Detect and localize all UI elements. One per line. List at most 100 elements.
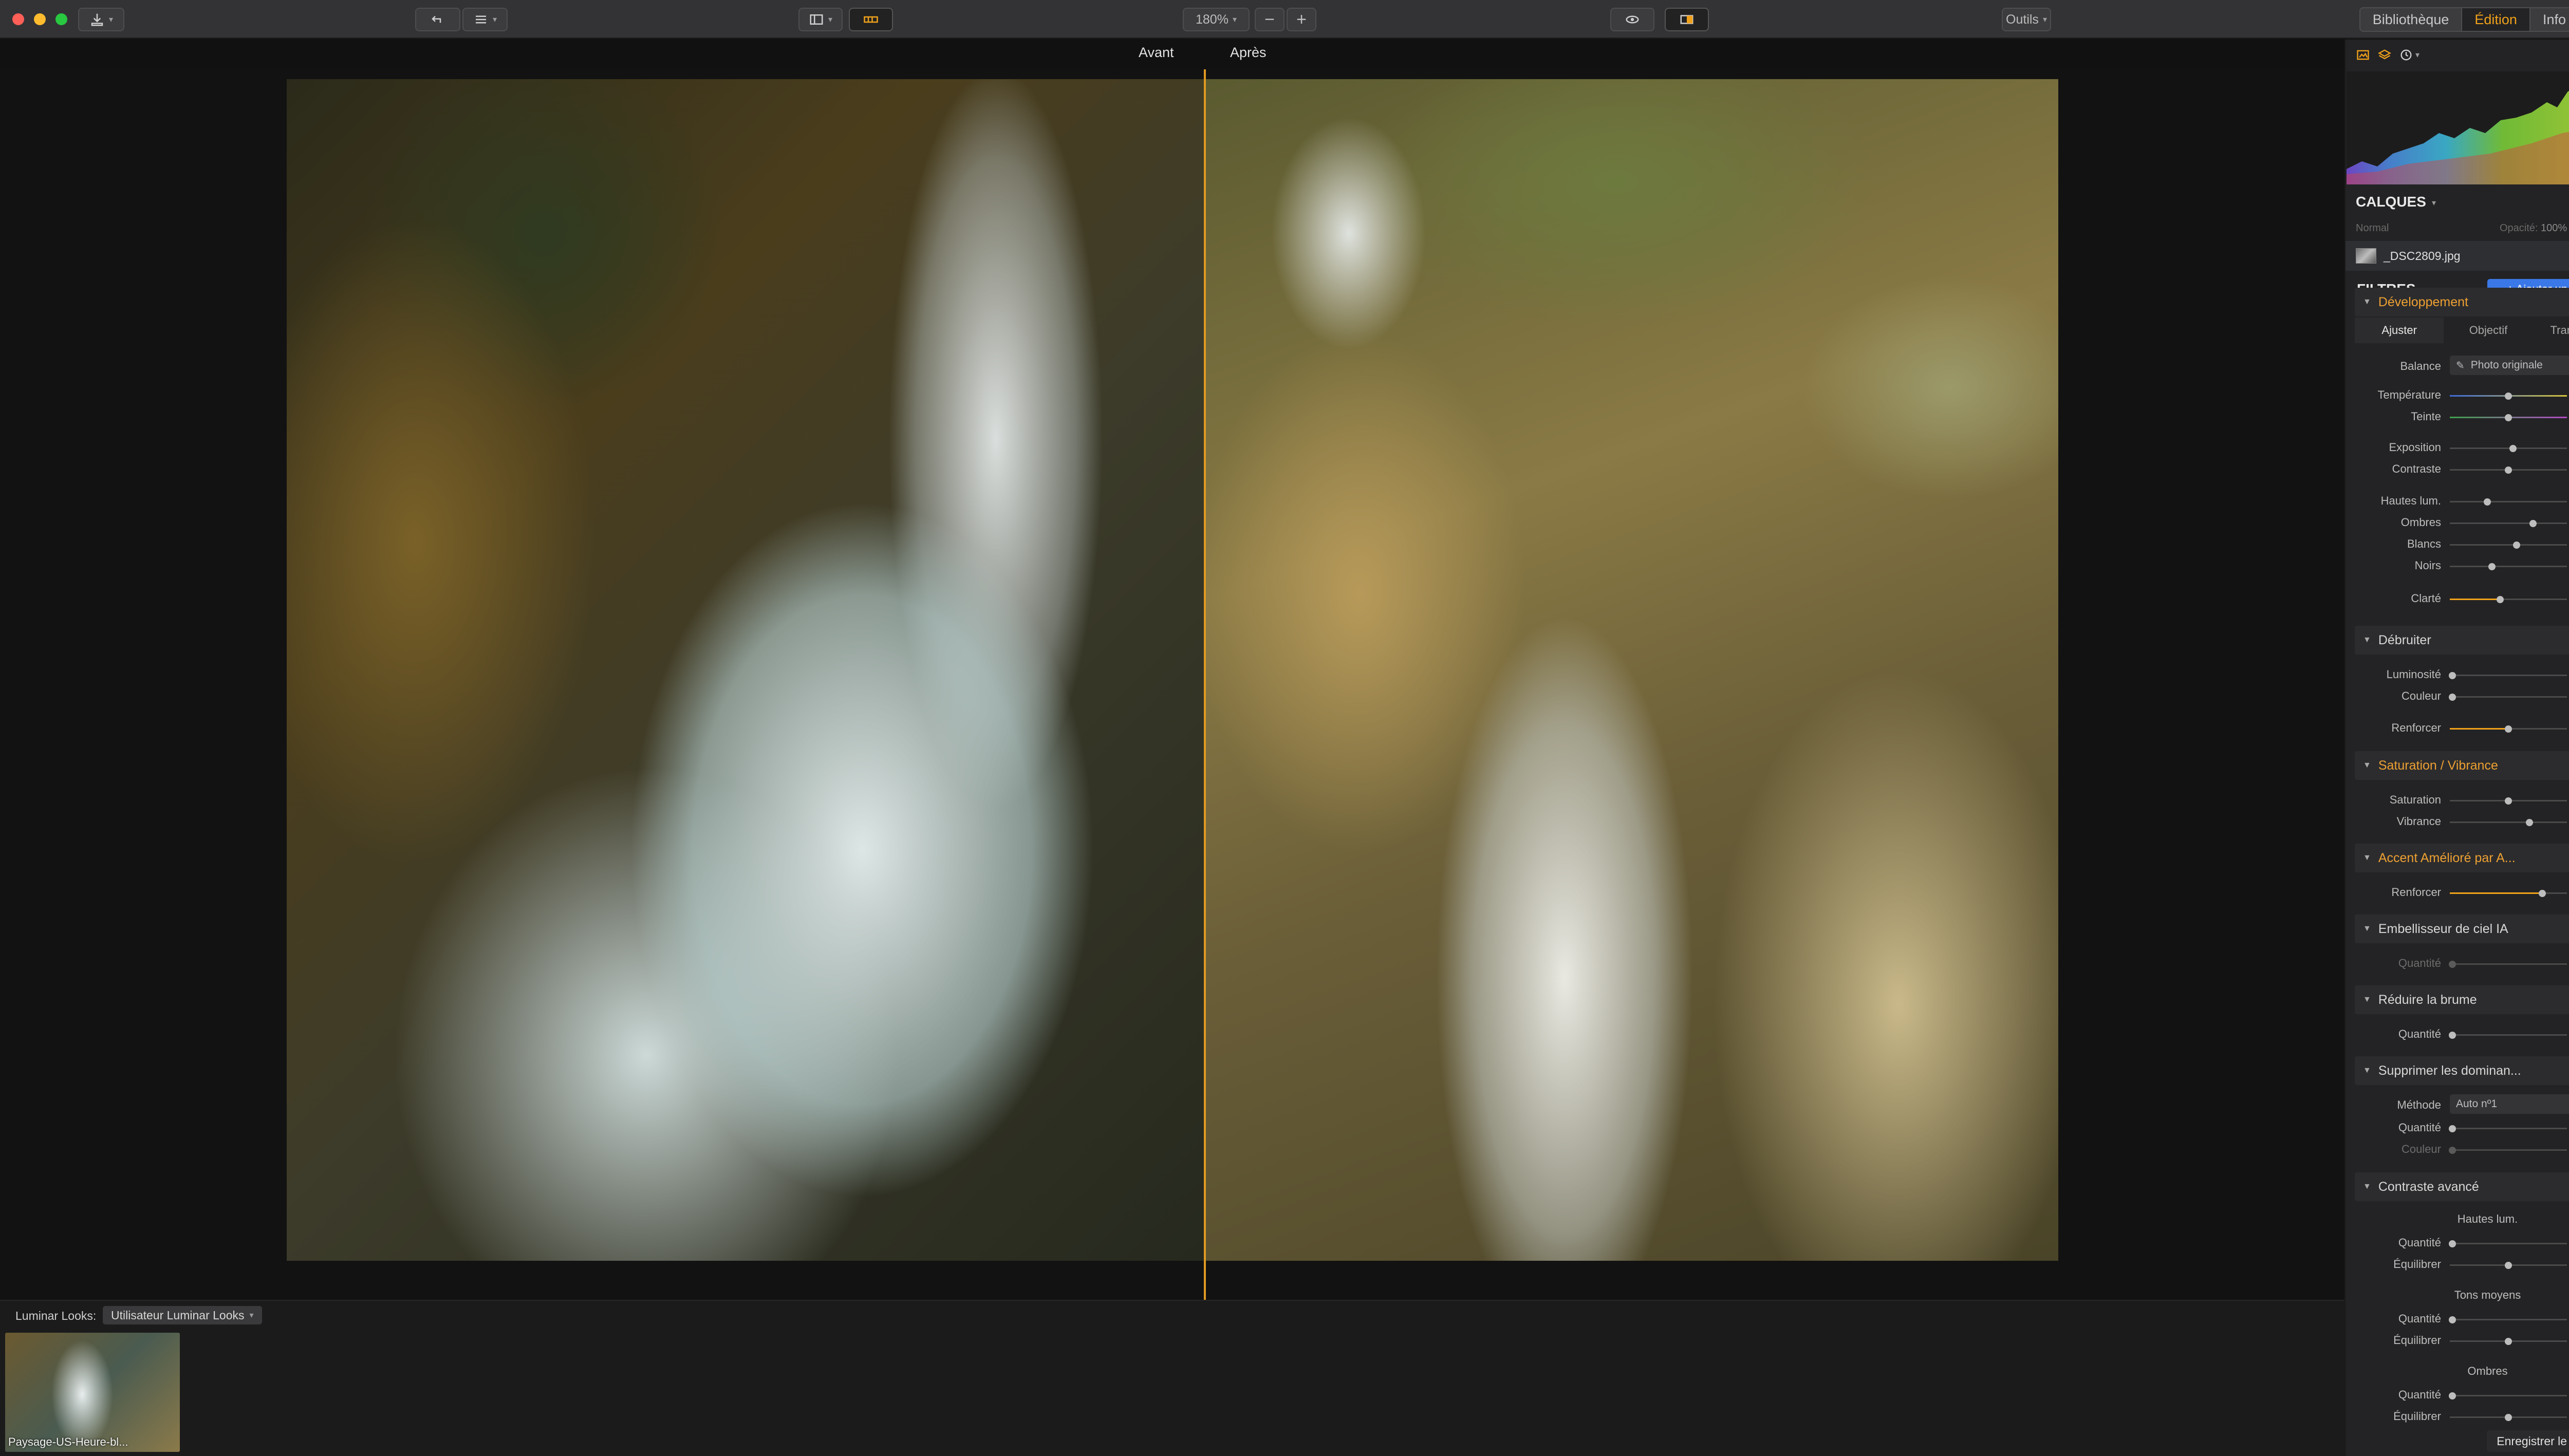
section-accent-ai[interactable]: ▼ Accent Amélioré par A... xyxy=(2355,844,2569,872)
section-saturation-vibrance[interactable]: ▼ Saturation / Vibrance xyxy=(2355,751,2569,780)
slider-handle[interactable] xyxy=(2448,961,2456,968)
look-thumbnail[interactable]: Paysage-US-Heure-bl... xyxy=(5,1333,180,1452)
slider-handle[interactable] xyxy=(2448,694,2456,701)
zoom-window-button[interactable] xyxy=(55,13,67,25)
slider-track-quantite[interactable] xyxy=(2448,1316,2567,1323)
slider-track-blancs[interactable] xyxy=(2450,542,2567,549)
slider-track-teinte[interactable] xyxy=(2450,414,2567,421)
slider-track-ombres[interactable] xyxy=(2450,520,2567,527)
slider-handle[interactable] xyxy=(2505,1262,2512,1269)
slider-handle[interactable] xyxy=(2505,414,2512,421)
slider-track-equilibrer[interactable] xyxy=(2450,1414,2567,1421)
slider-track-couleur[interactable] xyxy=(2448,694,2567,701)
slider-handle[interactable] xyxy=(2448,1147,2456,1154)
slider-track-quantite[interactable] xyxy=(2448,1392,2567,1399)
slider-track-vibrance[interactable] xyxy=(2450,819,2567,826)
import-button[interactable]: ▾ xyxy=(78,8,124,31)
tab-library[interactable]: Bibliothèque xyxy=(2360,8,2463,31)
slider-handle[interactable] xyxy=(2505,393,2512,400)
slider-handle[interactable] xyxy=(2488,563,2496,570)
slider-handle[interactable] xyxy=(2448,1125,2456,1132)
method-select[interactable]: Auto nº1 ⇕ xyxy=(2450,1094,2569,1114)
looks-label: Luminar Looks: xyxy=(15,1309,97,1322)
zoom-in-button[interactable]: + xyxy=(1287,8,1316,31)
blend-mode-select[interactable]: Normal xyxy=(2356,222,2389,234)
minimize-window-button[interactable] xyxy=(34,13,46,25)
slider-handle[interactable] xyxy=(2497,596,2504,603)
section-title: Débruiter xyxy=(2378,632,2431,647)
slider-label-quantite: Quantité xyxy=(2398,1388,2441,1401)
photo-canvas[interactable] xyxy=(287,79,2058,1261)
slider-handle[interactable] xyxy=(2448,1032,2456,1039)
slider-track-renforcer[interactable] xyxy=(2450,890,2567,897)
slider-handle[interactable] xyxy=(2539,890,2546,897)
section-advanced-contrast[interactable]: ▼ Contraste avancé xyxy=(2355,1172,2569,1201)
slider-handle[interactable] xyxy=(2448,1240,2456,1247)
undo-button[interactable] xyxy=(415,8,460,31)
slider-track-quantite[interactable] xyxy=(2448,961,2567,968)
compare-button[interactable] xyxy=(1665,8,1709,31)
slider-track-luminosite[interactable] xyxy=(2448,672,2567,679)
filmstrip-toggle-button[interactable] xyxy=(849,8,893,31)
slider-handle[interactable] xyxy=(2448,672,2456,679)
slider-track-contraste[interactable] xyxy=(2450,466,2567,474)
section-denoise[interactable]: ▼ Débruiter xyxy=(2355,626,2569,655)
histogram-icon[interactable] xyxy=(2356,48,2370,62)
slider-handle[interactable] xyxy=(2505,1414,2512,1421)
chevron-down-icon: ▼ xyxy=(2363,297,2371,306)
sidebar-toggle-button[interactable]: ▾ xyxy=(798,8,843,31)
slider-handle[interactable] xyxy=(2512,542,2520,549)
slider-track-quantite[interactable] xyxy=(2448,1240,2567,1247)
slider-track-hautes-lum-[interactable] xyxy=(2450,498,2567,506)
history-clock-icon[interactable] xyxy=(2399,48,2413,62)
tab-transform[interactable]: Transform. xyxy=(2533,318,2569,343)
save-look-button[interactable]: Enregistrer le Look L... xyxy=(2487,1430,2569,1452)
slider-handle[interactable] xyxy=(2505,466,2512,474)
layers-title[interactable]: CALQUES xyxy=(2356,194,2426,210)
slider-handle[interactable] xyxy=(2505,725,2512,733)
section-remove-color-cast[interactable]: ▼ Supprimer les dominan... xyxy=(2355,1056,2569,1085)
slider-track-couleur[interactable] xyxy=(2448,1147,2567,1154)
slider-track-temperature[interactable] xyxy=(2450,393,2567,400)
slider-track-equilibrer[interactable] xyxy=(2450,1338,2567,1345)
compare-split-handle[interactable] xyxy=(1204,69,1206,1338)
section-development[interactable]: ▼ Développement xyxy=(2355,288,2569,316)
balance-select[interactable]: ✎ Photo originale ⇕ xyxy=(2450,356,2569,375)
tab-lens[interactable]: Objectif xyxy=(2444,318,2533,343)
layers-icon[interactable] xyxy=(2377,48,2392,62)
opacity-value[interactable]: 100% xyxy=(2541,222,2567,234)
chevron-down-icon: ▼ xyxy=(2363,924,2371,933)
slider-track-equilibrer[interactable] xyxy=(2450,1262,2567,1269)
slider-track-quantite[interactable] xyxy=(2448,1125,2567,1132)
slider-handle[interactable] xyxy=(2505,797,2512,805)
slider-handle[interactable] xyxy=(2526,819,2534,826)
slider-track-exposition[interactable] xyxy=(2450,445,2567,452)
slider-track-clarte[interactable] xyxy=(2450,596,2567,603)
slider-handle[interactable] xyxy=(2483,498,2491,506)
tab-adjust[interactable]: Ajuster xyxy=(2355,318,2444,343)
zoom-out-button[interactable]: − xyxy=(1255,8,1284,31)
slider-handle[interactable] xyxy=(2509,445,2517,452)
tab-edit[interactable]: Édition xyxy=(2462,8,2530,31)
section-ai-sky-enhancer[interactable]: ▼ Embellisseur de ciel IA xyxy=(2355,914,2569,943)
filmstrip-icon xyxy=(864,16,878,23)
looks-category-select[interactable]: Utilisateur Luminar Looks ▾ xyxy=(103,1306,262,1324)
preview-button[interactable] xyxy=(1610,8,1654,31)
zoom-select[interactable]: 180% ▾ xyxy=(1183,8,1250,31)
close-window-button[interactable] xyxy=(12,13,24,25)
history-button[interactable]: ▾ xyxy=(462,8,508,31)
balance-value: Photo originale xyxy=(2470,359,2543,371)
layer-row[interactable]: _DSC2809.jpg xyxy=(2345,241,2569,271)
slider-handle[interactable] xyxy=(2529,520,2537,527)
eyedropper-icon[interactable]: ✎ xyxy=(2456,359,2465,372)
tools-menu[interactable]: Outils ▾ xyxy=(2002,8,2051,31)
slider-handle[interactable] xyxy=(2448,1392,2456,1399)
slider-track-quantite[interactable] xyxy=(2448,1032,2567,1039)
slider-track-renforcer[interactable] xyxy=(2450,725,2567,733)
slider-handle[interactable] xyxy=(2505,1338,2512,1345)
tab-info[interactable]: Info xyxy=(2530,8,2569,31)
slider-handle[interactable] xyxy=(2448,1316,2456,1323)
section-dehaze[interactable]: ▼ Réduire la brume xyxy=(2355,985,2569,1014)
slider-track-noirs[interactable] xyxy=(2450,563,2567,570)
slider-track-saturation[interactable] xyxy=(2450,797,2567,805)
